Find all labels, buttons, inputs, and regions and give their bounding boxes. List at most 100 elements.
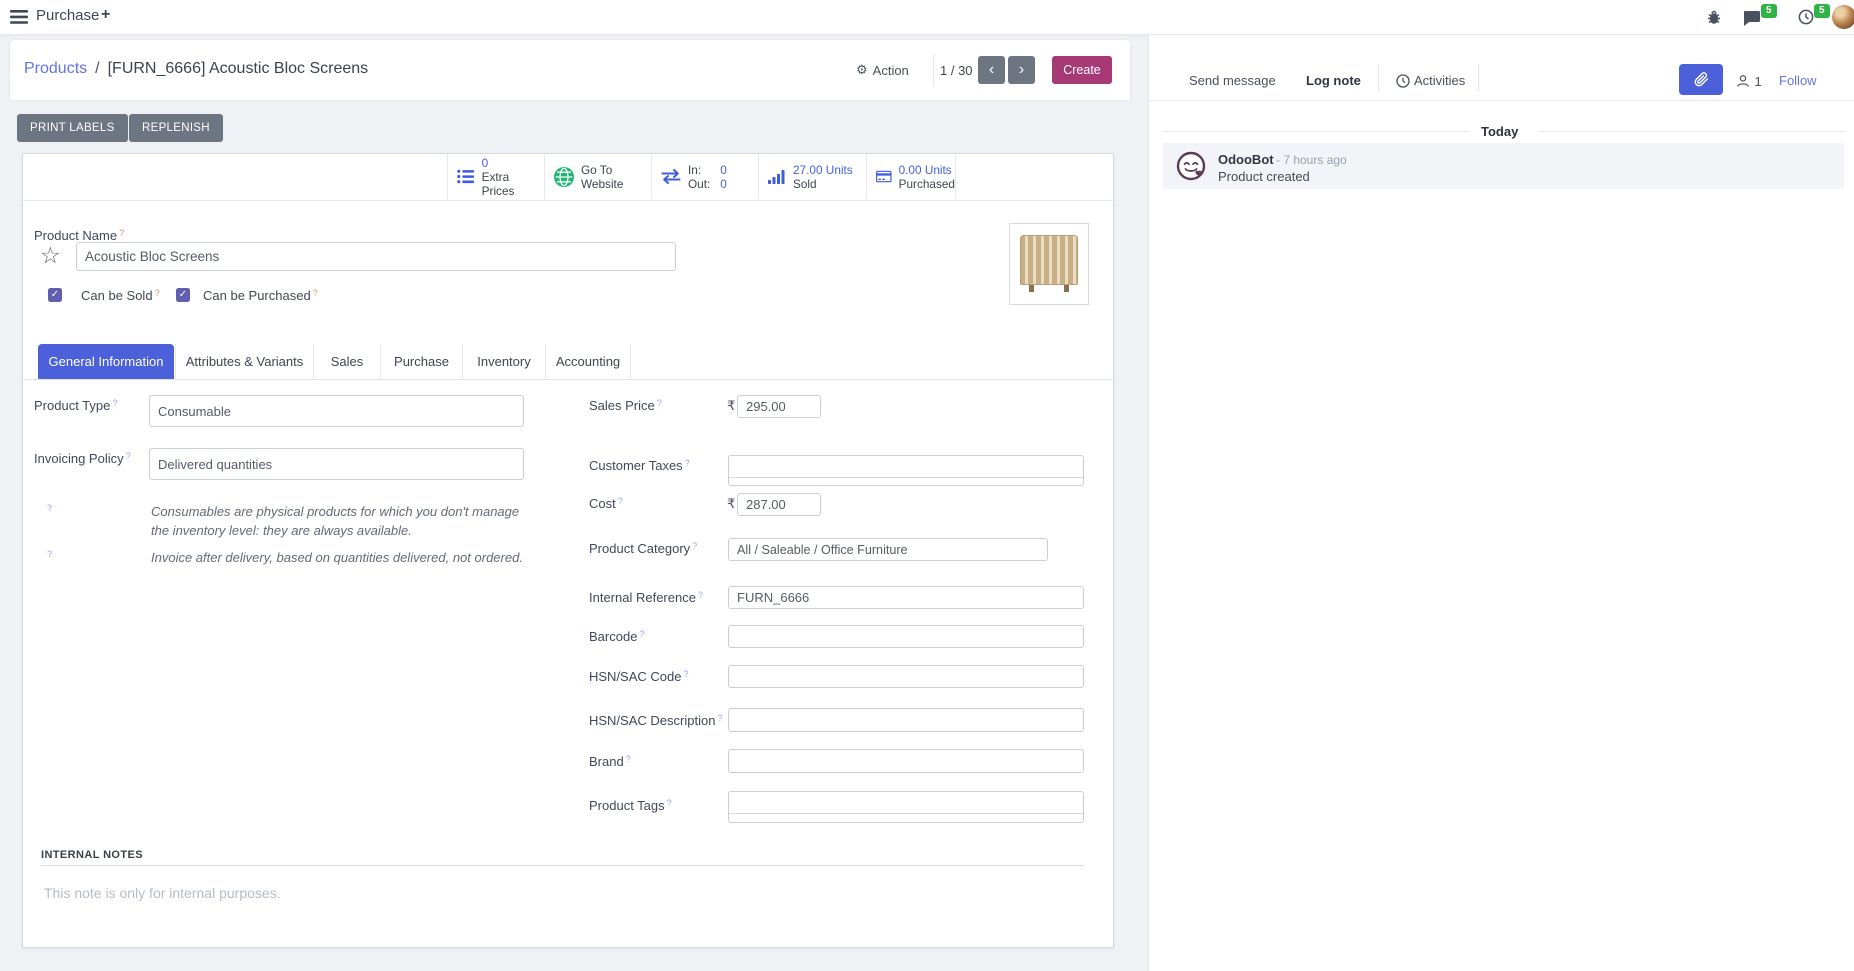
pager-previous-button[interactable]: ‹ <box>978 56 1005 84</box>
units-sold-value: 27.00 Units <box>793 163 853 177</box>
globe-icon <box>554 167 574 187</box>
apps-menu-icon[interactable] <box>10 10 28 29</box>
message-body: Product created <box>1218 169 1310 184</box>
cost-input[interactable] <box>737 493 821 516</box>
person-icon <box>1736 74 1750 88</box>
create-button[interactable]: Create <box>1052 56 1112 84</box>
help-marker: ? <box>692 541 697 551</box>
gear-icon: ⚙ <box>856 63 868 78</box>
app-name[interactable]: Purchase <box>36 7 99 24</box>
replenish-button[interactable]: REPLENISH <box>129 114 223 142</box>
tab-attributes-variants[interactable]: Attributes & Variants <box>175 344 314 379</box>
help-marker: ? <box>126 451 131 461</box>
activities-tab[interactable]: Activities <box>1414 73 1465 88</box>
can-be-sold-label: Can be Sold? <box>81 288 160 303</box>
internal-notes-divider <box>41 865 1084 866</box>
product-type-input[interactable] <box>149 395 524 427</box>
user-avatar[interactable] <box>1832 5 1854 29</box>
can-be-purchased-checkbox[interactable]: ✓ <box>176 288 190 302</box>
website-line1: Go To <box>581 163 623 177</box>
hsn-sac-description-input[interactable] <box>728 708 1084 732</box>
barcode-input[interactable] <box>728 625 1084 648</box>
pager-counter: 1 / 30 <box>940 63 973 78</box>
pager-next-button[interactable]: › <box>1008 56 1035 84</box>
sales-price-label: Sales Price? <box>589 398 662 413</box>
messages-count-badge: 5 <box>1761 4 1777 18</box>
paperclip-icon <box>1694 72 1709 87</box>
tab-sales[interactable]: Sales <box>314 344 381 379</box>
messages-icon[interactable] <box>1742 10 1761 31</box>
help-marker: ? <box>657 398 662 408</box>
activities-count-badge: 5 <box>1814 4 1830 18</box>
units-purchased-label: Purchased <box>899 177 955 191</box>
help-marker: ? <box>119 228 124 238</box>
help-marker: ? <box>639 629 644 639</box>
consumable-help-note: Consumables are physical products for wh… <box>151 502 523 540</box>
breadcrumb-products-link[interactable]: Products <box>24 60 87 78</box>
debug-bug-icon[interactable] <box>1706 9 1722 30</box>
can-be-sold-checkbox[interactable]: ✓ <box>48 288 62 302</box>
brand-input[interactable] <box>728 749 1084 773</box>
product-tags-input[interactable] <box>728 791 1084 823</box>
internal-reference-input[interactable] <box>728 586 1084 609</box>
credit-card-icon <box>876 169 892 184</box>
product-tags-label: Product Tags? <box>589 798 672 813</box>
pricelist-icon <box>457 169 475 184</box>
activities-clock-icon[interactable] <box>1798 9 1814 30</box>
stat-in-out[interactable]: In: 0 Out: 0 <box>651 154 758 199</box>
breadcrumb-separator: / <box>95 60 99 78</box>
tabs-underline <box>23 379 1113 380</box>
stat-units-sold[interactable]: 27.00 UnitsSold <box>758 154 866 199</box>
cp-divider <box>933 54 934 86</box>
bar-chart-icon <box>768 169 786 184</box>
internal-notes-editor[interactable]: This note is only for internal purposes. <box>44 885 281 901</box>
help-marker: ? <box>47 503 52 513</box>
out-value: 0 <box>720 177 727 191</box>
followers-button[interactable]: 1 <box>1736 74 1762 93</box>
attachments-button[interactable] <box>1679 64 1723 95</box>
sales-price-input[interactable] <box>737 395 821 418</box>
chatter-tabs-underline <box>1149 100 1854 101</box>
chatter-panel: Send message Log note Activities 1 Follo… <box>1148 34 1854 971</box>
help-marker: ? <box>47 549 52 559</box>
hsn-sac-code-input[interactable] <box>728 665 1084 688</box>
action-menu-button[interactable]: ⚙ Action <box>856 63 909 78</box>
send-message-tab[interactable]: Send message <box>1189 73 1276 88</box>
log-note-tab[interactable]: Log note <box>1306 73 1361 88</box>
units-sold-label: Sold <box>793 177 853 191</box>
tab-inventory[interactable]: Inventory <box>463 344 546 379</box>
product-name-input[interactable] <box>76 242 676 271</box>
favorite-star-icon[interactable]: ☆ <box>40 244 61 266</box>
help-marker: ? <box>685 458 690 468</box>
units-purchased-value: 0.00 Units <box>899 163 955 177</box>
product-image[interactable] <box>1009 223 1089 305</box>
currency-symbol: ₹ <box>727 399 735 414</box>
message-row: OdooBot - 7 hours ago Product created <box>1163 143 1844 189</box>
follow-button[interactable]: Follow <box>1779 73 1817 88</box>
help-marker: ? <box>313 288 318 298</box>
help-marker: ? <box>717 713 722 723</box>
in-value: 0 <box>720 163 727 177</box>
help-marker: ? <box>626 754 631 764</box>
stat-units-purchased[interactable]: 0.00 UnitsPurchased <box>866 154 956 199</box>
out-label: Out: <box>688 177 710 191</box>
tab-accounting[interactable]: Accounting <box>546 344 631 379</box>
stat-extra-prices[interactable]: 0Extra Prices <box>447 154 544 199</box>
product-tags-line <box>729 792 1083 814</box>
invoicing-policy-label: Invoicing Policy? <box>34 451 131 466</box>
print-labels-button[interactable]: PRINT LABELS <box>17 114 128 142</box>
help-marker: ? <box>698 590 703 600</box>
chatter-divider <box>1378 64 1379 92</box>
product-category-input[interactable] <box>728 538 1048 561</box>
tab-purchase[interactable]: Purchase <box>381 344 463 379</box>
tab-general-information[interactable]: General Information <box>38 344 174 379</box>
odoobot-avatar <box>1176 151 1206 186</box>
invoicing-policy-input[interactable] <box>149 448 524 480</box>
hsn-sac-description-label: HSN/SAC Description? <box>589 713 722 728</box>
stat-go-to-website[interactable]: Go ToWebsite <box>544 154 651 199</box>
in-label: In: <box>688 163 710 177</box>
customer-taxes-label: Customer Taxes? <box>589 458 690 473</box>
customer-taxes-tags-input[interactable] <box>728 455 1084 486</box>
new-tab-plus-icon[interactable]: + <box>101 6 110 24</box>
acoustic-screen-picture <box>1020 235 1078 285</box>
